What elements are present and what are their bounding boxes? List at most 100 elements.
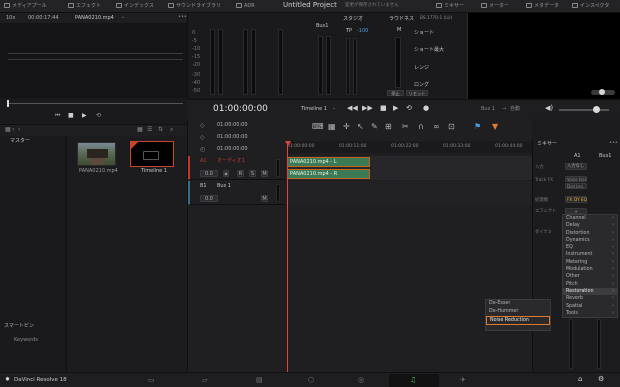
color-page-icon[interactable]: ◎	[358, 377, 364, 384]
mute-button[interactable]: M	[261, 195, 268, 202]
link-icon[interactable]: ∞	[433, 123, 440, 131]
toolbar-sound-library[interactable]: サウンドライブラリ	[168, 3, 221, 9]
snap-icon[interactable]: ∩	[418, 123, 424, 131]
smart-bin-label[interactable]: スマートビン	[4, 324, 34, 329]
track-header-b1[interactable]: B1 Bus 1 0.0 M	[188, 181, 285, 205]
prev-frame-icon[interactable]: ⏮	[55, 113, 60, 119]
menu-item-tools[interactable]: Tools ›	[563, 310, 617, 317]
master-volume-slider[interactable]	[559, 109, 609, 111]
menu-item-instrument[interactable]: Instrument ›	[563, 251, 617, 258]
chevron-down-icon[interactable]: ⌄	[121, 15, 125, 20]
solo-button[interactable]: S	[249, 170, 256, 177]
crosshair-icon[interactable]: ✛	[343, 123, 350, 131]
marker-icon[interactable]: ◇	[200, 123, 205, 129]
menu-item-noise-reduction[interactable]: Noise Reduction	[486, 316, 550, 325]
rewind-icon[interactable]: ◀◀	[347, 105, 358, 112]
toolbar-metadata[interactable]: メタデータ	[526, 3, 559, 9]
settings-icon[interactable]: ⚙	[598, 376, 604, 383]
keyboard-icon[interactable]: ⌨	[312, 123, 324, 131]
toolbar-effects[interactable]: エフェクト	[68, 3, 101, 9]
toolbar-meters[interactable]: メーター	[481, 3, 509, 9]
timeline-thumbnail[interactable]	[130, 141, 174, 167]
auto-label[interactable]: 自動	[510, 107, 520, 112]
track-header-a1[interactable]: A1 オーディオ1 0.0 ◉ R S M	[188, 156, 285, 180]
timeline-bus-label[interactable]: Bus 1	[481, 107, 495, 112]
menu-item-eq[interactable]: EQ ›	[563, 244, 617, 251]
master-volume-knob[interactable]	[593, 106, 600, 113]
track-fx-slot[interactable]: Voice Isol.	[565, 176, 587, 182]
list-view-icon[interactable]: ☰	[147, 127, 152, 133]
stop-icon[interactable]: ■	[68, 113, 74, 119]
play-icon[interactable]: ▶	[393, 105, 398, 112]
scrubber-handle[interactable]	[7, 100, 9, 107]
timeline-ruler[interactable]: 01:00:00:00 01:00:11:00 01:00:22:00 01:0…	[287, 141, 533, 153]
menu-item-de-hummer[interactable]: De-Hummer	[486, 308, 550, 316]
fusion-page-icon[interactable]: ⬡	[308, 377, 314, 384]
menu-item-de-esser[interactable]: De-Esser	[486, 300, 550, 308]
grid-view-icon[interactable]: ▦	[137, 127, 143, 133]
bin-list-icon[interactable]: ▦	[5, 127, 11, 133]
chevron-down-icon[interactable]: ⌄	[332, 106, 336, 111]
menu-item-delay[interactable]: Delay ›	[563, 222, 617, 229]
scrubber-bar[interactable]	[8, 103, 183, 104]
clock-icon[interactable]: ◴	[200, 147, 205, 153]
grid-icon[interactable]: ▦	[328, 123, 336, 131]
menu-item-other[interactable]: Other ›	[563, 273, 617, 280]
playhead-handle[interactable]	[285, 141, 291, 146]
bus-fader-track[interactable]	[597, 319, 601, 369]
audio-clip-left[interactable]: PANA0210.mp4 - L	[287, 157, 370, 167]
reset-button[interactable]: リセット	[406, 90, 428, 96]
master-bin[interactable]: マスター	[10, 139, 30, 144]
toolbar-adr[interactable]: ADR	[236, 3, 255, 9]
more-options-icon[interactable]: •••	[178, 15, 187, 20]
chevron-right-icon[interactable]: ›	[18, 127, 20, 133]
menu-item-dynamics[interactable]: Dynamics ›	[563, 237, 617, 244]
audio-clip-right[interactable]: PANA0210.mp4 - R	[287, 169, 370, 179]
loop-icon[interactable]: ⟲	[96, 113, 101, 119]
edit-page-icon[interactable]: ▤	[256, 377, 263, 384]
track-volume[interactable]: 0.0	[200, 170, 218, 177]
keywords-bin[interactable]: Keywords	[14, 338, 38, 343]
toolbar-media-pool[interactable]: メディアプール	[4, 3, 47, 9]
waveform-view-icon[interactable]: ⊡	[448, 123, 455, 131]
stop-icon[interactable]: ■	[380, 105, 387, 112]
viewer-level-knob[interactable]	[599, 89, 605, 95]
playhead[interactable]	[287, 141, 288, 372]
range-icon[interactable]: ⊞	[385, 123, 392, 131]
track-lane-a1[interactable]: PANA0210.mp4 - L PANA0210.mp4 - R	[286, 156, 533, 180]
menu-item-distortion[interactable]: Distortion ›	[563, 230, 617, 237]
timeline-name[interactable]: Timeline 1	[301, 107, 327, 112]
home-icon[interactable]: ⌂	[578, 376, 582, 383]
menu-item-reverb[interactable]: Reverb ›	[563, 295, 617, 302]
media-page-icon[interactable]: ▭	[148, 377, 155, 384]
record-icon[interactable]: ●	[423, 105, 429, 112]
clip-thumbnail[interactable]	[77, 142, 116, 166]
loop-icon[interactable]: ⟲	[406, 105, 412, 112]
menu-item-modulation[interactable]: Modulation ›	[563, 266, 617, 273]
fast-forward-icon[interactable]: ▶▶	[362, 105, 373, 112]
input-selector[interactable]: 入力なし	[565, 163, 587, 170]
play-icon[interactable]: ▶	[82, 113, 87, 119]
processing-order[interactable]: FX DY EQ	[565, 196, 587, 203]
marker-icon[interactable]: ◇	[200, 135, 205, 141]
menu-item-restoration[interactable]: Restoration ›	[563, 287, 617, 296]
menu-item-spatial[interactable]: Spatial ›	[563, 303, 617, 310]
track-volume[interactable]: 0.0	[200, 195, 218, 202]
pause-button[interactable]: 停止	[387, 90, 404, 96]
toolbar-mixer[interactable]: ミキサー	[436, 3, 464, 9]
sort-icon[interactable]: ⇅	[158, 127, 163, 133]
marker-color-icon[interactable]: ▼	[492, 123, 498, 131]
track-fx-slot[interactable]: Dial Lev.	[565, 183, 587, 189]
flag-icon[interactable]: ⚑	[474, 123, 481, 131]
record-button[interactable]: R	[237, 170, 244, 177]
toolbar-inspector[interactable]: インスペクタ	[572, 3, 609, 9]
more-options-icon[interactable]: •••	[609, 141, 618, 146]
zoom-level[interactable]: 10x	[6, 16, 15, 21]
deliver-page-icon[interactable]: ✈	[460, 377, 466, 384]
razor-icon[interactable]: ✂	[402, 123, 409, 131]
mute-button[interactable]: M	[261, 170, 268, 177]
track-name[interactable]: Bus 1	[217, 184, 231, 189]
search-icon[interactable]: ⌕	[170, 127, 173, 133]
arm-icon[interactable]: ◉	[223, 170, 229, 177]
cut-page-icon[interactable]: ▱	[202, 377, 207, 384]
